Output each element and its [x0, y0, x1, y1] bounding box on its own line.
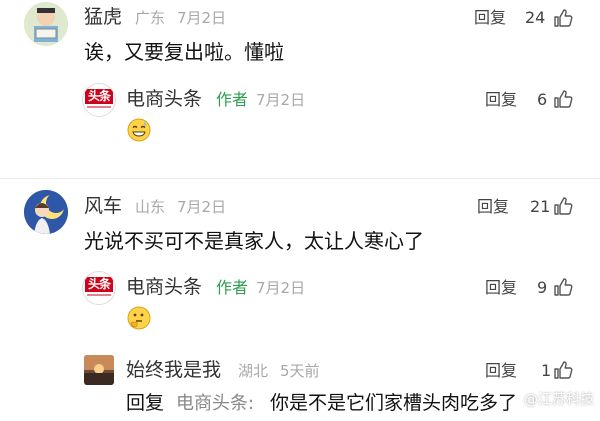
reply-date: 5天前	[280, 362, 320, 380]
thumbs-up-icon[interactable]	[553, 277, 573, 297]
cartoon-boy-reading-avatar-icon	[24, 2, 68, 46]
user-avatar[interactable]	[24, 190, 68, 234]
like-count: 6	[537, 90, 548, 109]
reply-date: 7月2日	[256, 91, 306, 109]
reply-button[interactable]: 回复	[474, 10, 506, 26]
user-avatar[interactable]	[84, 355, 114, 385]
like-count: 24	[525, 8, 546, 27]
comment-username[interactable]: 风车	[84, 197, 122, 216]
thumbs-up-icon[interactable]	[553, 89, 573, 109]
user-avatar[interactable]	[24, 2, 68, 46]
reply-location: 湖北	[238, 362, 269, 380]
author-badge: 作者	[216, 90, 249, 109]
like-count: 21	[530, 197, 551, 216]
thumbs-up-icon[interactable]	[553, 196, 573, 216]
comment-date: 7月2日	[177, 198, 227, 216]
reply-date: 7月2日	[256, 279, 306, 297]
author-badge: 作者	[216, 278, 249, 297]
sunset-avatar-icon	[84, 355, 114, 385]
reply-username[interactable]: 电商头条	[126, 90, 202, 109]
thinking-emoji-icon	[127, 306, 151, 330]
reply-button[interactable]: 回复	[485, 92, 517, 108]
like-count: 9	[537, 278, 548, 297]
reply-button[interactable]: 回复	[485, 363, 517, 379]
logo-text: 头条	[85, 277, 113, 292]
toutiao-logo[interactable]: 头条	[82, 271, 116, 305]
reply-button[interactable]: 回复	[477, 199, 509, 215]
reply-username[interactable]: 始终我是我	[126, 361, 221, 380]
thumbs-up-icon[interactable]	[553, 8, 573, 28]
comment-username[interactable]: 猛虎	[84, 8, 122, 27]
sweat-smile-emoji-icon	[127, 118, 151, 142]
reply-target[interactable]: 电商头条:	[176, 395, 254, 413]
comment-location: 山东	[135, 198, 166, 216]
logo-text: 头条	[85, 89, 113, 104]
like-count: 1	[541, 361, 552, 380]
comment-text: 光说不买可不是真家人，太让人寒心了	[84, 229, 424, 253]
watermark: @江苏科技	[524, 392, 594, 408]
comment-text: 诶，又要复出啦。懂啦	[84, 40, 284, 64]
reply-prefix: 回复	[126, 392, 165, 414]
reply-button[interactable]: 回复	[485, 280, 517, 296]
girl-moon-avatar-icon	[24, 190, 68, 234]
reply-text: 你是不是它们家槽头肉吃多了	[270, 392, 518, 414]
divider	[0, 178, 600, 179]
thumbs-up-icon[interactable]	[553, 360, 573, 380]
comment-location: 广东	[135, 9, 166, 27]
comment-date: 7月2日	[177, 9, 227, 27]
toutiao-logo[interactable]: 头条	[82, 83, 116, 117]
reply-username[interactable]: 电商头条	[126, 278, 202, 297]
